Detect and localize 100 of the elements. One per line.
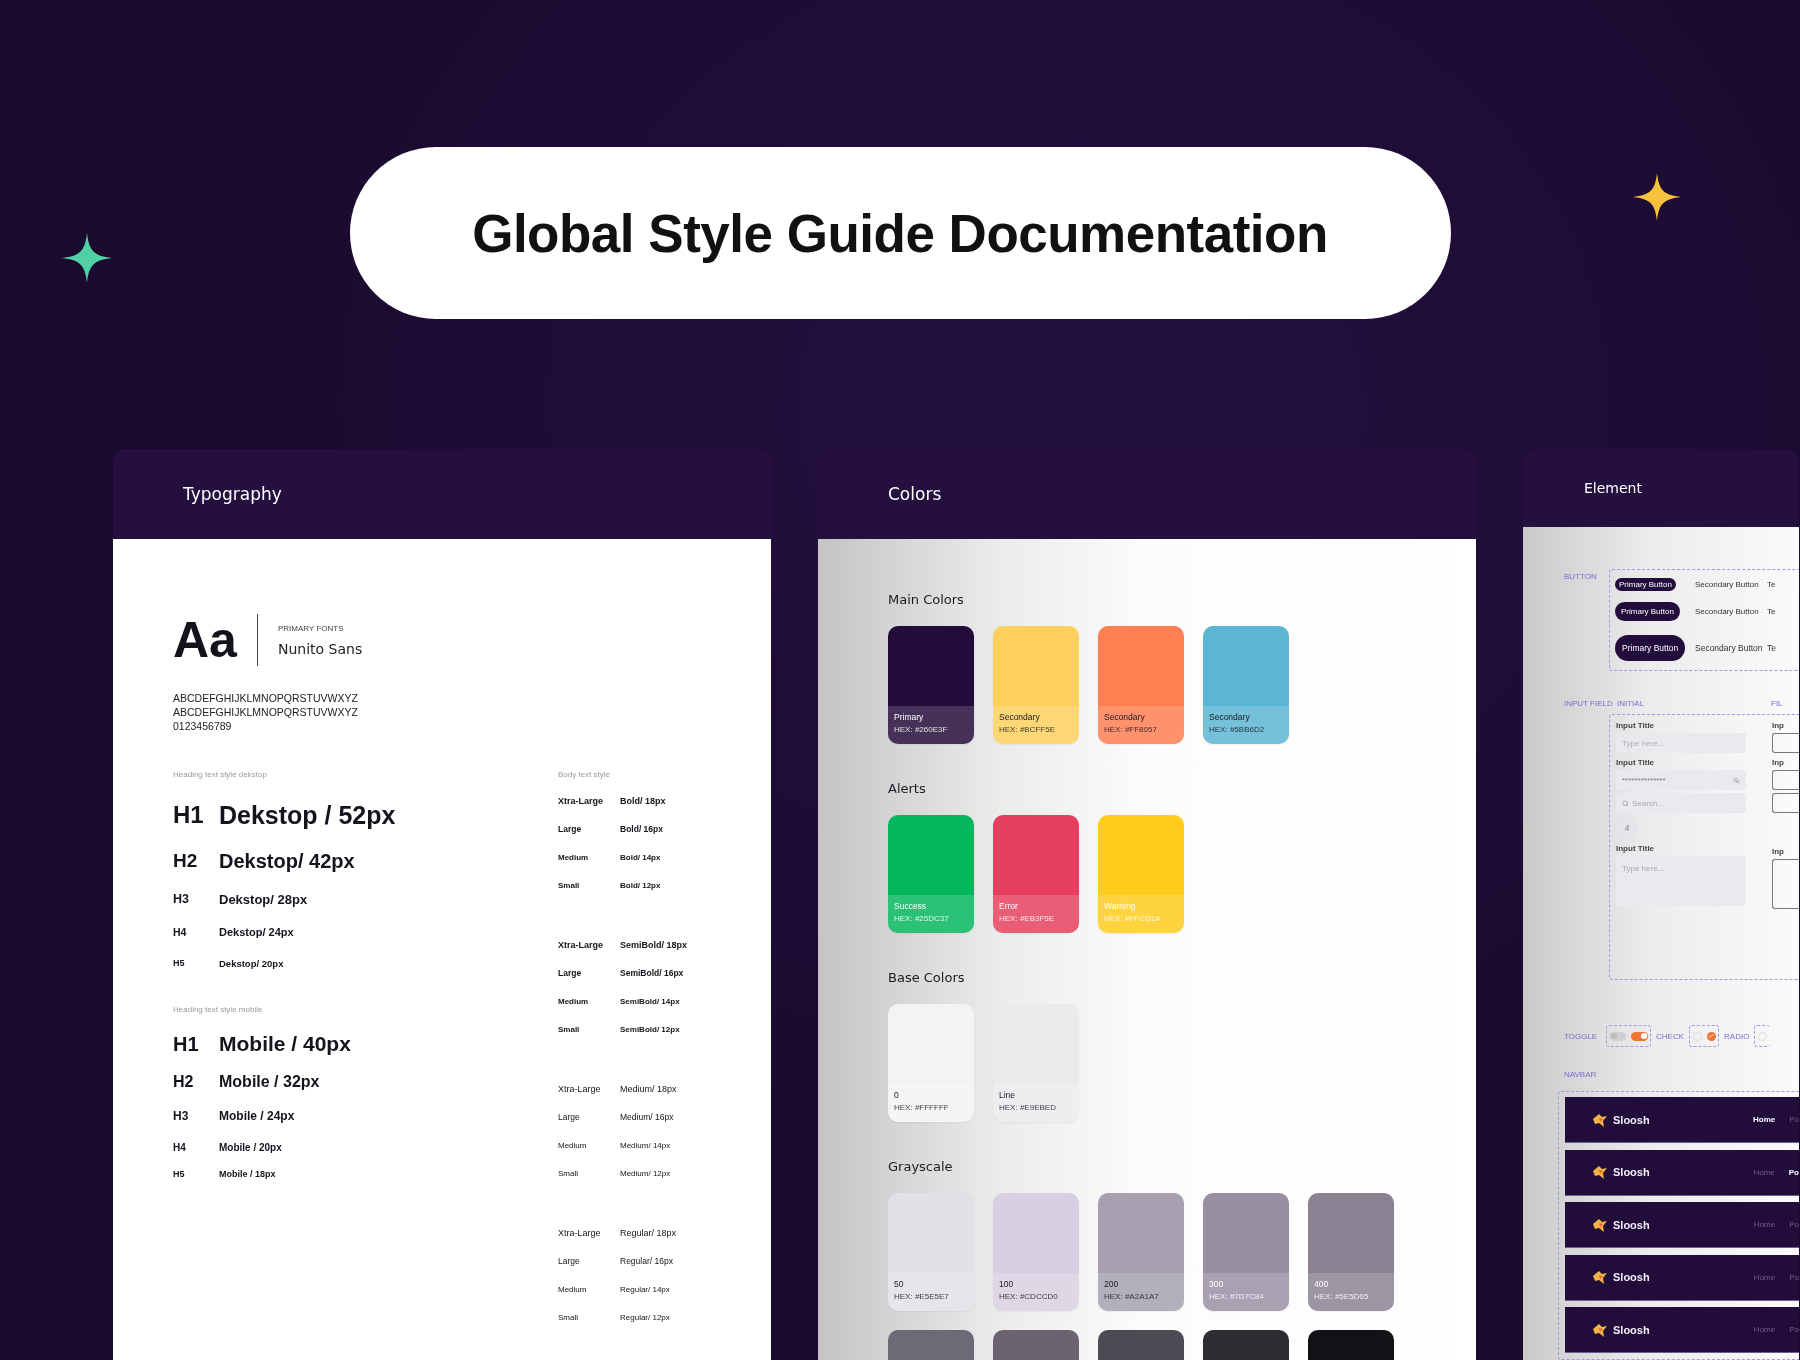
heading-spec: Mobile / 32px: [219, 1073, 320, 1091]
section-label: CHECK: [1656, 1031, 1684, 1041]
toggle-switch[interactable]: [1609, 1031, 1626, 1041]
nav-link[interactable]: Home: [1753, 1272, 1776, 1282]
size-name: Large: [558, 824, 582, 834]
size-name: Medium: [558, 1140, 587, 1150]
column-label: FIL: [1771, 699, 1783, 708]
heading-spec: Mobile / 18px: [219, 1169, 276, 1179]
nav-link[interactable]: Home: [1753, 1220, 1776, 1229]
swatch-hex: HEX: #CDCCD0: [999, 1292, 1058, 1301]
primary-button[interactable]: Primary Button: [1615, 635, 1686, 661]
heading-tag: H3: [173, 1109, 219, 1123]
heading-tag: H1: [173, 1032, 219, 1056]
button-label: Te: [1767, 643, 1776, 653]
section-title: Grayscale: [888, 1159, 953, 1175]
nav-link[interactable]: Home: [1753, 1325, 1776, 1334]
heading-spec: Mobile / 24px: [219, 1109, 295, 1123]
input-field[interactable]: [1772, 770, 1799, 790]
style-spec: Bold/ 14px: [620, 852, 661, 862]
swatch-name: Error: [999, 901, 1018, 911]
field-title: Inp: [1772, 847, 1784, 856]
style-spec: SemiBold/ 14px: [620, 996, 680, 1006]
heading-tag: H1: [173, 801, 219, 829]
password-field[interactable]: **************: [1616, 770, 1746, 790]
style-spec: Bold/ 16px: [620, 824, 663, 834]
logo-icon: [1592, 1269, 1608, 1285]
style-spec: Bold/ 18px: [620, 796, 666, 806]
swatch-name: 50: [894, 1279, 904, 1289]
heading-tag: H2: [173, 1073, 219, 1091]
style-spec: Medium/ 18px: [620, 1084, 677, 1094]
size-name: Large: [558, 1112, 580, 1122]
nav-link[interactable]: Home: [1752, 1115, 1776, 1124]
brand-name: Sloosh: [1613, 1218, 1650, 1231]
size-name: Xtra-Large: [558, 796, 603, 806]
heading-tag: H2: [173, 850, 219, 872]
secondary-button[interactable]: Secondary Button: [1695, 579, 1759, 589]
input-field[interactable]: [1772, 859, 1799, 909]
swatch-name: Warning: [1104, 901, 1136, 911]
style-spec: Regular/ 16px: [620, 1256, 673, 1266]
field-title: Input Title: [1616, 721, 1655, 730]
size-name: Medium: [558, 852, 589, 862]
size-name: Xtra-Large: [558, 1084, 601, 1094]
secondary-button[interactable]: Secondary Button: [1695, 607, 1759, 616]
brand-name: Sloosh: [1613, 1166, 1650, 1178]
style-spec: Medium/ 12px: [620, 1168, 671, 1178]
page-title: Global Style Guide Documentation: [472, 202, 1328, 264]
size-name: Medium: [558, 996, 589, 1006]
secondary-button[interactable]: Secondary Button: [1695, 643, 1763, 653]
swatch-hex: HEX: #7D7C84: [1209, 1292, 1264, 1301]
style-spec: SemiBold/ 18px: [620, 940, 688, 950]
input-field[interactable]: Type here...: [1616, 733, 1746, 753]
size-name: Small: [558, 880, 580, 890]
field-title: Input Title: [1616, 844, 1655, 853]
style-spec: SemiBold/ 12px: [620, 1024, 680, 1034]
character-set: ABCDEFGHIJKLMNOPQRSTUVWXYZ: [173, 691, 359, 705]
swatch-name: 200: [1104, 1279, 1119, 1289]
panel-title: Typography: [183, 484, 282, 504]
nav-link[interactable]: Home: [1753, 1167, 1775, 1177]
toggle-switch[interactable]: [1631, 1031, 1648, 1041]
section-label: BUTTON: [1564, 572, 1598, 583]
font-sample: Aa: [173, 611, 238, 669]
character-set: ABCDEFGHIJKLMNOPQRSTUVWXYZ: [173, 705, 359, 719]
heading-tag: H4: [173, 1141, 219, 1153]
input-field[interactable]: [1772, 793, 1799, 813]
style-spec: Regular/ 14px: [620, 1284, 670, 1294]
checkbox[interactable]: [1706, 1031, 1716, 1041]
size-name: Large: [558, 968, 582, 978]
section-title: Alerts: [888, 781, 926, 797]
swatch-name: Success: [894, 901, 927, 911]
nav-link[interactable]: Po: [1789, 1115, 1799, 1124]
nav-link[interactable]: Po: [1788, 1167, 1799, 1177]
style-spec: Medium/ 16px: [620, 1112, 674, 1122]
swatch-hex: HEX: #FFFFFF: [894, 1103, 949, 1112]
swatch-hex: HEX: #E5E5E7: [894, 1292, 949, 1301]
number-circle[interactable]: 4: [1616, 817, 1638, 839]
primary-button[interactable]: Primary Button: [1615, 577, 1676, 591]
sparkle-icon: [1633, 173, 1681, 221]
text-area[interactable]: Type here...: [1616, 856, 1746, 906]
nav-link[interactable]: Po: [1789, 1220, 1799, 1229]
swatch-name: 0: [894, 1090, 899, 1100]
nav-link[interactable]: Po: [1789, 1325, 1799, 1334]
panel-title: Element: [1584, 480, 1642, 496]
eye-off-icon[interactable]: [1733, 777, 1740, 784]
primary-button[interactable]: Primary Button: [1615, 602, 1680, 621]
search-icon: [1622, 800, 1629, 807]
size-name: Small: [558, 1024, 580, 1034]
button-label: Te: [1767, 579, 1776, 589]
swatch-hex: HEX: #5E5D65: [1314, 1292, 1369, 1301]
size-name: Xtra-Large: [558, 940, 603, 950]
heading-tag: H3: [173, 892, 219, 906]
search-field[interactable]: Search...: [1616, 793, 1746, 813]
input-field[interactable]: [1772, 733, 1799, 753]
section-label: Body text style: [558, 769, 611, 781]
swatch-hex: HEX: #A2A1A7: [1104, 1292, 1159, 1301]
nav-link[interactable]: Po: [1789, 1272, 1799, 1282]
style-spec: Medium/ 14px: [620, 1140, 671, 1150]
swatch-name: 300: [1209, 1279, 1224, 1289]
font-name: Nunito Sans: [278, 640, 363, 657]
size-name: Small: [558, 1312, 578, 1322]
heading-spec: Dekstop/ 42px: [219, 849, 355, 873]
